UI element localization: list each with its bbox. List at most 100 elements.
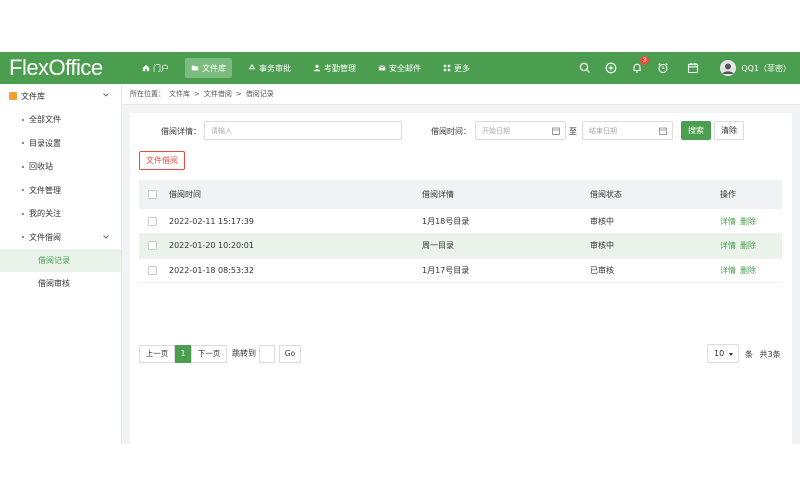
next-page-button[interactable]: 下一页 xyxy=(191,344,227,363)
nav-more[interactable]: 更多 xyxy=(437,58,476,78)
recycle-icon xyxy=(248,64,256,70)
page-size-select[interactable]: 10 xyxy=(707,344,739,363)
caret-down-icon xyxy=(729,353,733,356)
sidebar-item-file-borrow[interactable]: 文件借阅 xyxy=(0,226,121,250)
search-button[interactable] xyxy=(578,61,592,75)
sidebar-item-all-files[interactable]: 全部文件 xyxy=(0,108,121,132)
sidebar-item-label: 目录设置 xyxy=(29,138,61,148)
sidebar-item-borrow-records[interactable]: 借阅记录 xyxy=(0,249,121,272)
breadcrumb-file-borrow[interactable]: 文件借阅 xyxy=(204,89,232,99)
cell-status: 审核中 xyxy=(590,233,720,259)
row-checkbox[interactable] xyxy=(148,216,157,226)
user-menu[interactable]: QQ1（菲密） xyxy=(720,60,791,76)
sidebar-item-label: 文件管理 xyxy=(29,185,61,195)
delete-link[interactable]: 删除 xyxy=(740,217,756,226)
jump-label: 跳转到 xyxy=(232,349,256,358)
detail-link[interactable]: 详情 xyxy=(720,241,736,250)
cell-detail: 1月17号目录 xyxy=(422,258,590,283)
row-select-cell xyxy=(139,209,169,234)
breadcrumb-filelib[interactable]: 文件库 xyxy=(169,89,190,99)
start-date-placeholder: 开始日期 xyxy=(482,126,510,135)
top-tools: 3 QQ1（菲密） xyxy=(566,52,800,84)
total-count: 条 共3条 xyxy=(745,349,781,360)
detail-label: 借阅详情： xyxy=(161,127,201,136)
sidebar: 文件库 全部文件 目录设置 回收站 文件管理 我的关注 文件借阅 借阅记录 借阅… xyxy=(0,84,122,444)
prev-page-button[interactable]: 上一页 xyxy=(139,344,175,363)
home-icon xyxy=(142,64,150,72)
sidebar-root-filelib[interactable]: 文件库 xyxy=(0,84,121,108)
end-date-input[interactable]: 结束日期 xyxy=(582,121,673,140)
breadcrumb-current: 借阅记录 xyxy=(245,90,274,98)
cell-status: 已审核 xyxy=(590,258,720,283)
nav-mail-label: 安全邮件 xyxy=(389,63,421,73)
filter-bar: 借阅详情： 请输入 借阅时间： 开始日期 至 结束日期 搜索 清除 xyxy=(130,121,792,141)
folder-icon xyxy=(191,65,199,71)
nav-approval-label: 事务审批 xyxy=(259,63,291,73)
calendar-icon xyxy=(659,127,667,135)
top-bar: FlexOffice 门户 文件库 事务审批 考勤管理 安全邮件 更多 3 QQ… xyxy=(0,52,800,84)
header-time[interactable]: 借阅时间 xyxy=(169,180,422,209)
row-checkbox[interactable] xyxy=(148,265,157,275)
end-date-placeholder: 结束日期 xyxy=(589,126,617,135)
header-status[interactable]: 借阅状态 xyxy=(590,180,720,209)
table-row[interactable]: 2022-02-11 15:17:39 1月18号目录 审核中 详情 删除 xyxy=(139,209,782,234)
nav-more-label: 更多 xyxy=(454,63,470,73)
delete-link[interactable]: 删除 xyxy=(740,266,756,275)
sidebar-item-borrow-review[interactable]: 借阅审核 xyxy=(0,272,121,295)
row-checkbox[interactable] xyxy=(148,241,157,251)
nav-filelib[interactable]: 文件库 xyxy=(185,58,232,78)
avatar xyxy=(720,60,737,76)
sidebar-root-label: 文件库 xyxy=(21,91,45,101)
detail-input[interactable]: 请输入 xyxy=(204,121,402,140)
cell-actions: 详情 删除 xyxy=(720,258,782,283)
nav-home[interactable]: 门户 xyxy=(136,58,175,78)
sidebar-item-recycle-bin[interactable]: 回收站 xyxy=(0,155,121,179)
sidebar-item-directory-settings[interactable]: 目录设置 xyxy=(0,132,121,156)
cell-actions: 详情 删除 xyxy=(720,209,782,234)
go-button[interactable]: Go xyxy=(279,344,301,363)
table-row[interactable]: 2022-01-20 10:20:01 周一目录 审核中 详情 删除 xyxy=(139,233,782,259)
bullet-icon xyxy=(22,212,24,215)
cell-status: 审核中 xyxy=(590,209,720,234)
nav-approval[interactable]: 事务审批 xyxy=(242,58,297,78)
detail-link[interactable]: 详情 xyxy=(720,266,736,275)
sidebar-item-label: 文件借阅 xyxy=(29,232,61,242)
notification-badge: 3 xyxy=(640,56,650,65)
clock-button[interactable] xyxy=(656,61,670,75)
nav-attendance[interactable]: 考勤管理 xyxy=(307,58,362,78)
start-date-input[interactable]: 开始日期 xyxy=(475,121,566,140)
page-1-button[interactable]: 1 xyxy=(175,344,191,363)
header-detail[interactable]: 借阅详情 xyxy=(422,180,590,209)
nav-home-label: 门户 xyxy=(153,63,169,73)
sidebar-item-label: 回收站 xyxy=(29,162,53,172)
chevron-down-icon xyxy=(103,234,109,239)
clear-button[interactable]: 清除 xyxy=(714,121,744,140)
sidebar-item-label: 借阅记录 xyxy=(38,256,70,265)
jump-page-input[interactable] xyxy=(259,344,275,363)
to-label: 至 xyxy=(569,127,577,136)
user-icon xyxy=(313,64,321,72)
sidebar-item-my-follows[interactable]: 我的关注 xyxy=(0,202,121,226)
calendar-button[interactable] xyxy=(686,61,700,75)
delete-link[interactable]: 删除 xyxy=(740,241,756,250)
folder-icon xyxy=(9,92,17,100)
app-logo: FlexOffice xyxy=(9,55,103,80)
nav-mail[interactable]: 安全邮件 xyxy=(372,58,427,78)
add-button[interactable] xyxy=(604,61,618,75)
plus-circle-icon xyxy=(605,62,617,74)
chevron-down-icon xyxy=(103,93,109,97)
detail-link[interactable]: 详情 xyxy=(720,217,736,226)
main-panel: 借阅详情： 请输入 借阅时间： 开始日期 至 结束日期 搜索 清除 文件借阅 借… xyxy=(130,113,792,444)
table-row[interactable]: 2022-01-18 08:53:32 1月17号目录 已审核 详情 删除 xyxy=(139,258,782,283)
borrow-records-table: 借阅时间 借阅详情 借阅状态 操作 2022-02-11 15:17:39 1月… xyxy=(139,180,782,283)
header-actions: 操作 xyxy=(720,180,782,209)
sidebar-item-file-management[interactable]: 文件管理 xyxy=(0,179,121,203)
user-name: QQ1（菲密） xyxy=(741,63,791,73)
bullet-icon xyxy=(22,165,24,168)
table-header-row: 借阅时间 借阅详情 借阅状态 操作 xyxy=(139,180,782,209)
select-all-checkbox[interactable] xyxy=(148,190,157,199)
notification-button[interactable]: 3 xyxy=(630,56,650,75)
pagination: 上一页 1 下一页 跳转到 Go xyxy=(139,344,301,363)
file-borrow-button[interactable]: 文件借阅 xyxy=(139,151,185,170)
search-button[interactable]: 搜索 xyxy=(681,121,711,140)
